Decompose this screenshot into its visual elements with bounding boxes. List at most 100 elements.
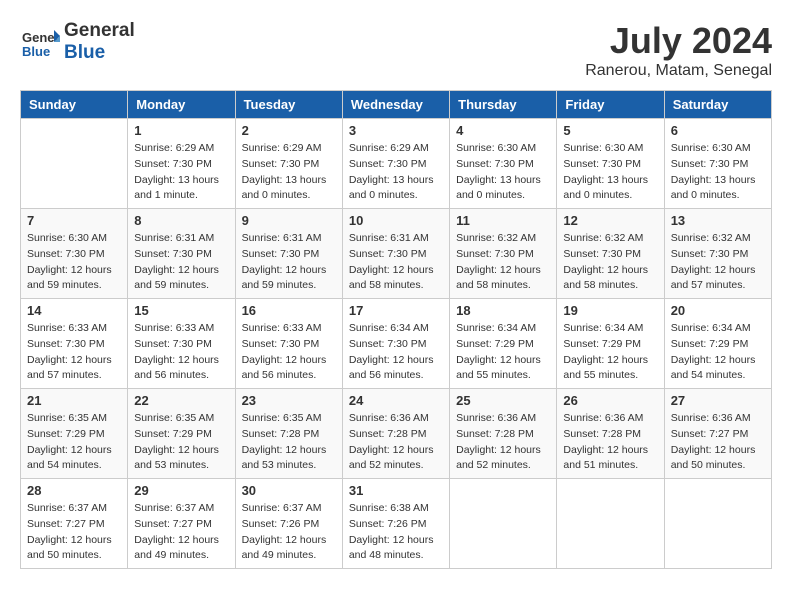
day-number: 29 <box>134 483 228 498</box>
day-cell: 22 Sunrise: 6:35 AMSunset: 7:29 PMDayligh… <box>128 389 235 479</box>
day-number: 20 <box>671 303 765 318</box>
day-cell: 31 Sunrise: 6:38 AMSunset: 7:26 PMDayligh… <box>342 479 449 569</box>
logo-general: General <box>64 20 135 42</box>
week-row-1: 1Sunrise: 6:29 AMSunset: 7:30 PMDaylight… <box>21 119 772 209</box>
day-info: Sunrise: 6:33 AMSunset: 7:30 PMDaylight:… <box>242 321 336 384</box>
day-number: 30 <box>242 483 336 498</box>
day-number: 19 <box>563 303 657 318</box>
day-number: 7 <box>27 213 121 228</box>
day-cell: 28 Sunrise: 6:37 AMSunset: 7:27 PMDayligh… <box>21 479 128 569</box>
day-cell: 25Sunrise: 6:36 AMSunset: 7:28 PMDayligh… <box>450 389 557 479</box>
title-block: July 2024 Ranerou, Matam, Senegal <box>585 20 772 80</box>
day-number: 27 <box>671 393 765 408</box>
day-info: Sunrise: 6:30 AMSunset: 7:30 PMDaylight:… <box>563 141 657 204</box>
day-number: 10 <box>349 213 443 228</box>
col-header-wednesday: Wednesday <box>342 91 449 119</box>
day-cell: 5 Sunrise: 6:30 AMSunset: 7:30 PMDaylight… <box>557 119 664 209</box>
day-cell: 3 Sunrise: 6:29 AMSunset: 7:30 PMDaylight… <box>342 119 449 209</box>
day-info: Sunrise: 6:30 AMSunset: 7:30 PMDaylight:… <box>27 231 121 294</box>
day-cell: 27 Sunrise: 6:36 AMSunset: 7:27 PMDayligh… <box>664 389 771 479</box>
day-cell: 9Sunrise: 6:31 AMSunset: 7:30 PMDaylight… <box>235 209 342 299</box>
day-number: 26 <box>563 393 657 408</box>
day-info: Sunrise: 6:37 AMSunset: 7:26 PMDaylight:… <box>242 501 336 564</box>
day-cell: 21 Sunrise: 6:35 AMSunset: 7:29 PMDayligh… <box>21 389 128 479</box>
day-cell: 17Sunrise: 6:34 AMSunset: 7:30 PMDayligh… <box>342 299 449 389</box>
day-cell: 13 Sunrise: 6:32 AMSunset: 7:30 PMDayligh… <box>664 209 771 299</box>
day-info: Sunrise: 6:35 AMSunset: 7:28 PMDaylight:… <box>242 411 336 474</box>
col-header-thursday: Thursday <box>450 91 557 119</box>
day-cell <box>664 479 771 569</box>
day-info: Sunrise: 6:35 AMSunset: 7:29 PMDaylight:… <box>134 411 228 474</box>
day-cell: 4Sunrise: 6:30 AMSunset: 7:30 PMDaylight… <box>450 119 557 209</box>
day-info: Sunrise: 6:29 AMSunset: 7:30 PMDaylight:… <box>242 141 336 204</box>
location: Ranerou, Matam, Senegal <box>585 62 772 80</box>
day-info: Sunrise: 6:31 AMSunset: 7:30 PMDaylight:… <box>349 231 443 294</box>
day-cell: 6 Sunrise: 6:30 AMSunset: 7:30 PMDaylight… <box>664 119 771 209</box>
day-number: 3 <box>349 123 443 138</box>
day-info: Sunrise: 6:32 AMSunset: 7:30 PMDaylight:… <box>671 231 765 294</box>
day-info: Sunrise: 6:31 AMSunset: 7:30 PMDaylight:… <box>134 231 228 294</box>
logo-blue: Blue <box>64 42 135 64</box>
day-info: Sunrise: 6:32 AMSunset: 7:30 PMDaylight:… <box>456 231 550 294</box>
week-row-2: 7 Sunrise: 6:30 AMSunset: 7:30 PMDaylight… <box>21 209 772 299</box>
day-info: Sunrise: 6:33 AMSunset: 7:30 PMDaylight:… <box>27 321 121 384</box>
day-number: 12 <box>563 213 657 228</box>
day-cell: 11Sunrise: 6:32 AMSunset: 7:30 PMDayligh… <box>450 209 557 299</box>
day-number: 28 <box>27 483 121 498</box>
svg-text:Blue: Blue <box>22 44 50 59</box>
day-cell: 19 Sunrise: 6:34 AMSunset: 7:29 PMDayligh… <box>557 299 664 389</box>
day-number: 23 <box>242 393 336 408</box>
month-title: July 2024 <box>585 20 772 62</box>
day-number: 18 <box>456 303 550 318</box>
day-cell: 15 Sunrise: 6:33 AMSunset: 7:30 PMDayligh… <box>128 299 235 389</box>
day-info: Sunrise: 6:29 AMSunset: 7:30 PMDaylight:… <box>134 141 228 204</box>
day-number: 21 <box>27 393 121 408</box>
day-info: Sunrise: 6:35 AMSunset: 7:29 PMDaylight:… <box>27 411 121 474</box>
day-cell <box>557 479 664 569</box>
day-info: Sunrise: 6:37 AMSunset: 7:27 PMDaylight:… <box>134 501 228 564</box>
logo: General Blue General Blue <box>20 20 135 64</box>
day-number: 13 <box>671 213 765 228</box>
day-info: Sunrise: 6:34 AMSunset: 7:29 PMDaylight:… <box>563 321 657 384</box>
day-info: Sunrise: 6:34 AMSunset: 7:29 PMDaylight:… <box>671 321 765 384</box>
week-row-5: 28 Sunrise: 6:37 AMSunset: 7:27 PMDayligh… <box>21 479 772 569</box>
day-info: Sunrise: 6:29 AMSunset: 7:30 PMDaylight:… <box>349 141 443 204</box>
day-cell: 16Sunrise: 6:33 AMSunset: 7:30 PMDayligh… <box>235 299 342 389</box>
day-info: Sunrise: 6:34 AMSunset: 7:29 PMDaylight:… <box>456 321 550 384</box>
day-cell: 26 Sunrise: 6:36 AMSunset: 7:28 PMDayligh… <box>557 389 664 479</box>
day-number: 6 <box>671 123 765 138</box>
day-cell <box>21 119 128 209</box>
day-number: 15 <box>134 303 228 318</box>
day-number: 4 <box>456 123 550 138</box>
day-info: Sunrise: 6:34 AMSunset: 7:30 PMDaylight:… <box>349 321 443 384</box>
page-header: General Blue General Blue July 2024 Rane… <box>20 20 772 80</box>
day-cell: 7 Sunrise: 6:30 AMSunset: 7:30 PMDaylight… <box>21 209 128 299</box>
col-header-monday: Monday <box>128 91 235 119</box>
day-cell: 10 Sunrise: 6:31 AMSunset: 7:30 PMDayligh… <box>342 209 449 299</box>
calendar-table: SundayMondayTuesdayWednesdayThursdayFrid… <box>20 90 772 569</box>
day-info: Sunrise: 6:36 AMSunset: 7:28 PMDaylight:… <box>563 411 657 474</box>
day-info: Sunrise: 6:31 AMSunset: 7:30 PMDaylight:… <box>242 231 336 294</box>
day-cell: 8Sunrise: 6:31 AMSunset: 7:30 PMDaylight… <box>128 209 235 299</box>
day-number: 5 <box>563 123 657 138</box>
day-cell <box>450 479 557 569</box>
week-row-4: 21 Sunrise: 6:35 AMSunset: 7:29 PMDayligh… <box>21 389 772 479</box>
day-number: 22 <box>134 393 228 408</box>
day-cell: 23 Sunrise: 6:35 AMSunset: 7:28 PMDayligh… <box>235 389 342 479</box>
week-row-3: 14Sunrise: 6:33 AMSunset: 7:30 PMDayligh… <box>21 299 772 389</box>
col-header-friday: Friday <box>557 91 664 119</box>
day-info: Sunrise: 6:33 AMSunset: 7:30 PMDaylight:… <box>134 321 228 384</box>
day-info: Sunrise: 6:36 AMSunset: 7:27 PMDaylight:… <box>671 411 765 474</box>
day-cell: 29 Sunrise: 6:37 AMSunset: 7:27 PMDayligh… <box>128 479 235 569</box>
day-number: 31 <box>349 483 443 498</box>
day-cell: 1Sunrise: 6:29 AMSunset: 7:30 PMDaylight… <box>128 119 235 209</box>
day-number: 25 <box>456 393 550 408</box>
day-info: Sunrise: 6:36 AMSunset: 7:28 PMDaylight:… <box>349 411 443 474</box>
day-number: 2 <box>242 123 336 138</box>
header-row: SundayMondayTuesdayWednesdayThursdayFrid… <box>21 91 772 119</box>
day-info: Sunrise: 6:38 AMSunset: 7:26 PMDaylight:… <box>349 501 443 564</box>
day-info: Sunrise: 6:30 AMSunset: 7:30 PMDaylight:… <box>671 141 765 204</box>
day-cell: 20 Sunrise: 6:34 AMSunset: 7:29 PMDayligh… <box>664 299 771 389</box>
day-info: Sunrise: 6:37 AMSunset: 7:27 PMDaylight:… <box>27 501 121 564</box>
day-cell: 24Sunrise: 6:36 AMSunset: 7:28 PMDayligh… <box>342 389 449 479</box>
